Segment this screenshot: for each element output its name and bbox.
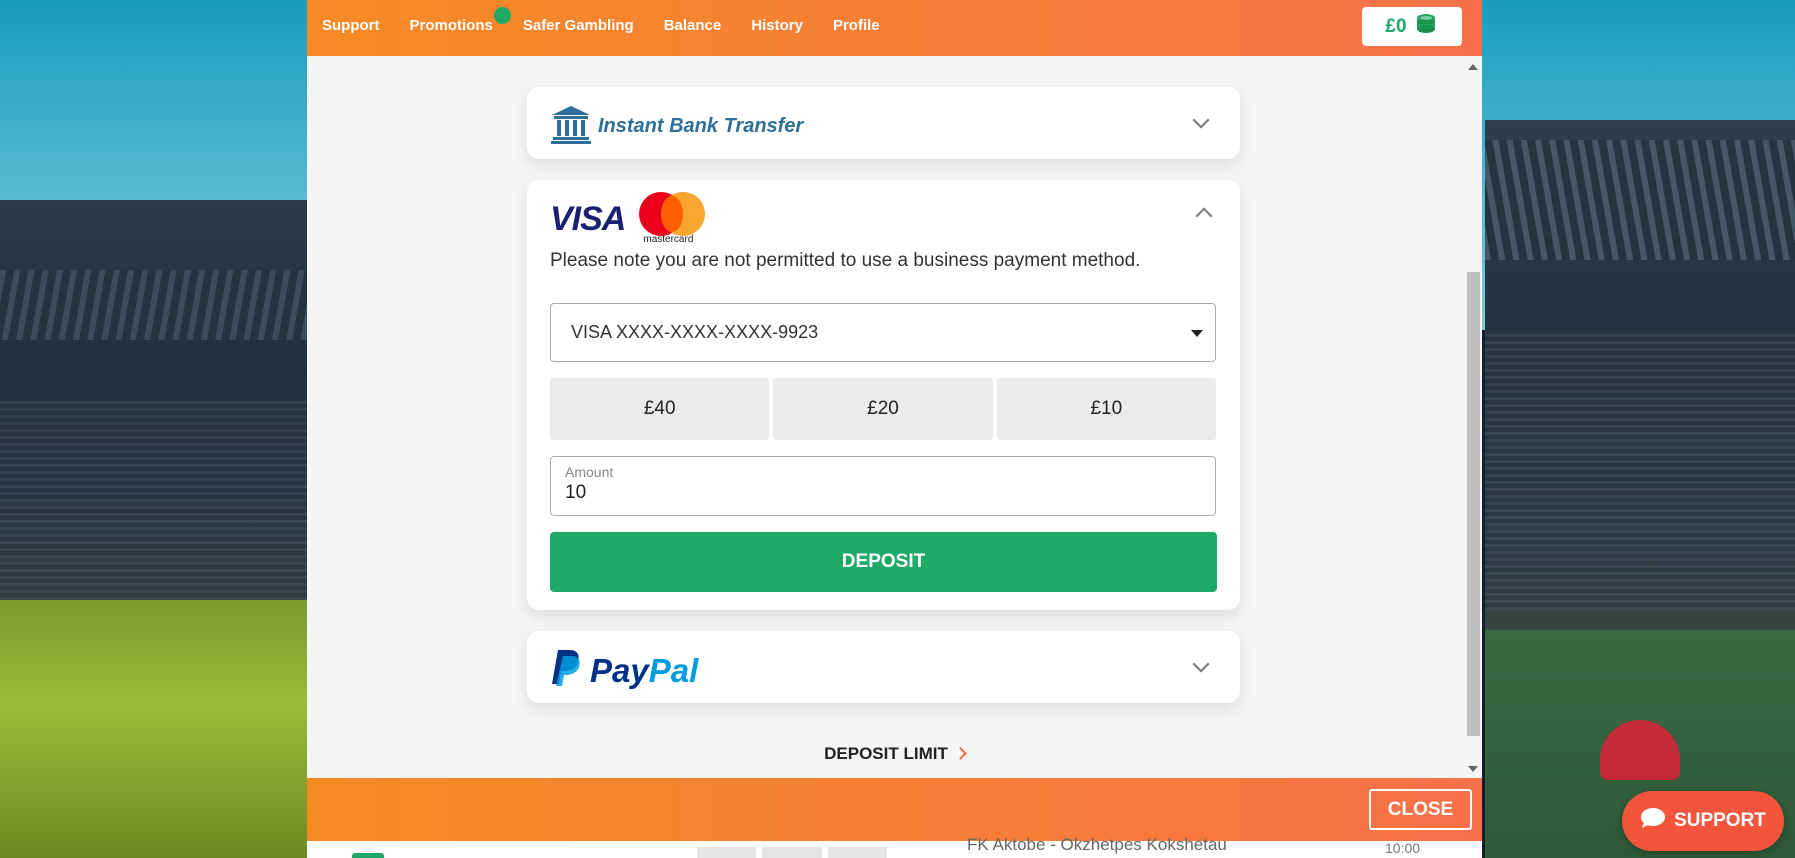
caret-down-icon — [1191, 330, 1203, 337]
deposit-button[interactable]: DEPOSIT — [550, 532, 1217, 592]
odds-cell — [762, 847, 822, 858]
coins-icon — [1413, 12, 1439, 42]
close-button[interactable]: CLOSE — [1369, 789, 1472, 830]
notification-dot — [493, 6, 511, 24]
odds-cell — [697, 847, 757, 858]
visa-logo: VISA — [550, 200, 626, 238]
business-payment-note: Please note you are not permitted to use… — [550, 250, 1141, 271]
scroll-up-arrow[interactable] — [1468, 64, 1478, 70]
underlay-time: 10:00 — [1385, 840, 1421, 856]
quick-amount-20[interactable]: £20 — [773, 378, 993, 440]
paypal-logo: PayPal — [550, 648, 698, 693]
nav-support[interactable]: Support — [322, 17, 380, 34]
underlay-green-tab — [352, 853, 384, 858]
mastercard-label: mastercard — [643, 234, 694, 245]
bank-logo: Instant Bank Transfer — [550, 104, 803, 149]
bottom-bar: CLOSE — [307, 778, 1482, 841]
chevron-down-icon[interactable] — [1192, 655, 1210, 673]
card-payment-card: VISA mastercard Please note you are not … — [527, 180, 1240, 610]
amount-input[interactable]: 10 — [565, 482, 586, 504]
chevron-right-icon — [953, 747, 967, 760]
chevron-up-icon[interactable] — [1195, 207, 1213, 225]
balance-amount: £0 — [1385, 15, 1407, 37]
nav-safer-gambling[interactable]: Safer Gambling — [523, 17, 634, 34]
chat-icon — [1640, 807, 1666, 835]
nav-promotions[interactable]: Promotions — [409, 6, 511, 34]
top-nav: Support Promotions Safer Gambling Balanc… — [322, 0, 910, 50]
crowd-right — [1485, 330, 1795, 610]
top-navbar: Support Promotions Safer Gambling Balanc… — [307, 0, 1482, 56]
nav-balance[interactable]: Balance — [664, 17, 722, 34]
crowd-left — [0, 400, 310, 600]
roof-left — [0, 270, 310, 340]
scrollbar[interactable] — [1466, 62, 1480, 774]
paypal-pay-text: Pay — [590, 651, 649, 689]
roof-right — [1485, 140, 1795, 260]
amount-label: Amount — [565, 464, 614, 480]
saved-card-select[interactable]: VISA XXXX-XXXX-XXXX-9923 — [550, 303, 1216, 362]
bank-icon — [550, 104, 592, 149]
mastercard-logo: mastercard — [639, 192, 706, 245]
underlay-match: FK Aktobe - Okzhetpes Kokshetau — [967, 835, 1227, 854]
scroll-thumb[interactable] — [1467, 272, 1480, 736]
bank-transfer-label: Instant Bank Transfer — [598, 115, 804, 137]
odds-cell — [827, 847, 887, 858]
bank-transfer-card[interactable]: Instant Bank Transfer — [527, 87, 1240, 159]
card-logos: VISA mastercard — [550, 192, 706, 245]
quick-amounts: £40 £20 £10 — [550, 378, 1216, 440]
support-label: SUPPORT — [1674, 810, 1766, 831]
deposit-limit-link[interactable]: DEPOSIT LIMIT — [307, 744, 1482, 764]
selected-card-value: VISA XXXX-XXXX-XXXX-9923 — [571, 322, 819, 342]
pitch-left — [0, 600, 310, 858]
deposit-modal: Support Promotions Safer Gambling Balanc… — [307, 0, 1482, 858]
paypal-icon — [550, 648, 582, 693]
nav-history[interactable]: History — [751, 17, 803, 34]
paypal-card[interactable]: PayPal — [527, 631, 1240, 703]
paypal-pal-text: Pal — [648, 651, 699, 689]
scroll-down-arrow[interactable] — [1468, 766, 1478, 772]
amount-field[interactable]: Amount 10 — [550, 456, 1216, 516]
quick-amount-10[interactable]: £10 — [996, 378, 1216, 440]
balance-button[interactable]: £0 — [1362, 7, 1462, 46]
nav-promotions-label: Promotions — [409, 16, 493, 34]
quick-amount-40[interactable]: £40 — [550, 378, 770, 440]
deposit-limit-label: DEPOSIT LIMIT — [824, 744, 948, 763]
paypal-wordmark: PayPal — [590, 652, 698, 690]
underlay-odds — [697, 847, 887, 858]
chevron-down-icon[interactable] — [1192, 111, 1210, 129]
support-button[interactable]: SUPPORT — [1622, 791, 1784, 851]
page-underlay: FK Aktobe - Okzhetpes Kokshetau 10:00 — [307, 835, 1482, 858]
nav-profile[interactable]: Profile — [833, 17, 880, 34]
